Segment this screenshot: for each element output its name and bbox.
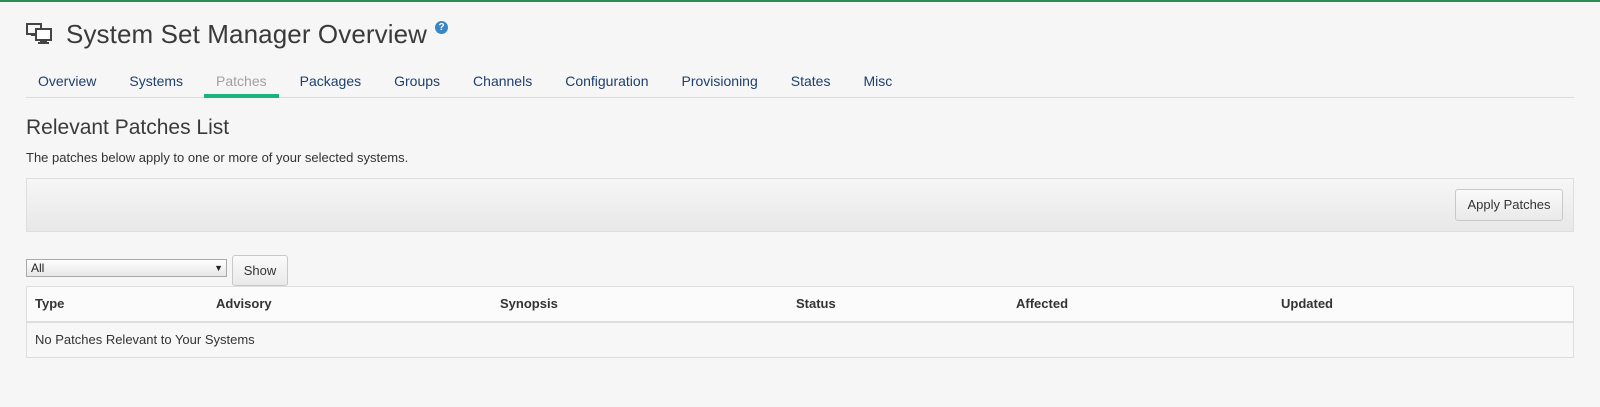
tab-misc[interactable]: Misc [851, 66, 904, 97]
tab-patches[interactable]: Patches [204, 66, 279, 98]
tab-provisioning[interactable]: Provisioning [669, 66, 769, 97]
page-title: System Set Manager Overview [66, 18, 428, 49]
column-header-synopsis[interactable]: Synopsis [500, 287, 558, 321]
top-accent-line [0, 0, 1600, 2]
help-icon[interactable]: ? [435, 20, 449, 34]
tab-states[interactable]: States [779, 66, 843, 97]
action-panel: Apply Patches [26, 178, 1574, 232]
section-description: The patches below apply to one or more o… [26, 150, 409, 165]
dropdown-arrow-icon: ▼ [214, 263, 223, 273]
tab-groups[interactable]: Groups [382, 66, 452, 97]
section-title: Relevant Patches List [26, 116, 230, 139]
filter-select[interactable]: All ▼ [26, 259, 227, 277]
column-header-affected[interactable]: Affected [1016, 287, 1068, 321]
apply-patches-button[interactable]: Apply Patches [1455, 189, 1563, 221]
column-header-advisory[interactable]: Advisory [216, 287, 272, 321]
patches-table: Type Advisory Synopsis Status Affected U… [26, 286, 1574, 358]
tab-configuration[interactable]: Configuration [553, 66, 660, 97]
filter-select-value: All [31, 261, 45, 275]
column-header-status[interactable]: Status [796, 287, 836, 321]
page-header: System Set Manager Overview ? [26, 16, 449, 52]
column-header-updated[interactable]: Updated [1281, 287, 1333, 321]
tab-channels[interactable]: Channels [461, 66, 544, 97]
table-header: Type Advisory Synopsis Status Affected U… [27, 287, 1573, 323]
system-set-icon [26, 22, 54, 46]
tab-bar: Overview Systems Patches Packages Groups… [26, 66, 1574, 98]
tab-packages[interactable]: Packages [288, 66, 373, 97]
empty-table-message: No Patches Relevant to Your Systems [35, 332, 255, 347]
tab-overview[interactable]: Overview [26, 66, 108, 97]
show-button[interactable]: Show [232, 255, 288, 286]
tab-systems[interactable]: Systems [117, 66, 195, 97]
column-header-type[interactable]: Type [35, 287, 64, 321]
